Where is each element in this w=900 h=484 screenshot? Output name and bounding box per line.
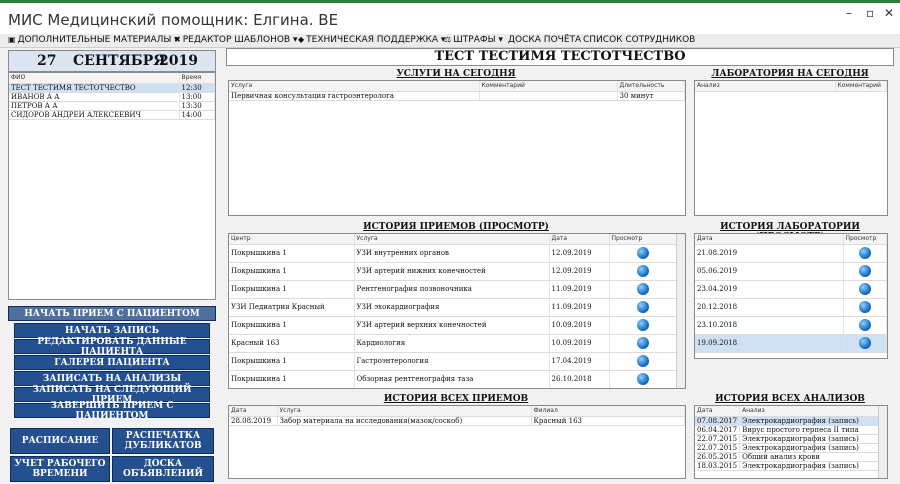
work-time-button[interactable]: УЧЕТ РАБОЧЕГО ВРЕМЕНИ [10, 456, 110, 482]
view-globe-icon[interactable] [858, 265, 871, 277]
queue-row[interactable]: ТЕСТ ТЕСТИМЯ ТЕСТОТЧЕСТВО 12:30 [9, 83, 215, 93]
analysis-row[interactable]: 22.07.2015 Электрокардиография (запись) [695, 434, 880, 444]
print-duplicates-button[interactable]: РАСПЕЧАТКА ДУБЛИКАТОВ [112, 428, 214, 454]
patient-queue-table: ФИО Время ТЕСТ ТЕСТИМЯ ТЕСТОТЧЕСТВО 12:30 … [8, 72, 216, 300]
lab-history-table: Дата Просмотр 21.08.2019 05.06.2019 23.04… [694, 233, 888, 359]
close-icon[interactable]: ✕ [884, 6, 894, 20]
visit-history-scrollbar[interactable] [676, 234, 685, 388]
visit-history-table: Центр Услуга Дата Просмотр Покрышкина 1 УЗИ … [228, 233, 686, 389]
visit-row[interactable]: Покрышкина 1 Гастроэнтерология 17.04.2019 [229, 352, 678, 371]
visit-row[interactable]: УЗИ Педиатрия Красный УЗИ эхокардиография… [229, 298, 678, 317]
analysis-row[interactable]: 18.03.2015 Электрокардиография (запись) [695, 461, 880, 471]
lab-row[interactable]: 05.06.2019 [695, 262, 887, 281]
lab-row[interactable]: 21.08.2019 [695, 244, 887, 263]
analysis-row[interactable]: 26.05.2015 Общий анализ крови [695, 452, 880, 462]
menu-bar: ▣ ДОПОЛНИТЕЛЬНЫЕ МАТЕРИАЛЫ ▾ ✖ РЕДАКТОР ША… [0, 34, 900, 48]
lab-today-table: Анализ Комментарий [694, 80, 888, 216]
schedule-button[interactable]: РАСПИСАНИЕ [10, 428, 110, 454]
menu-honor-board[interactable]: ДОСКА ПОЧЁТА [508, 35, 581, 45]
all-analyses-scrollbar[interactable] [878, 406, 887, 478]
visit-row[interactable]: Покрышкина 1 Обзорная рентгенография таза… [229, 370, 678, 388]
lab-row[interactable]: 23.04.2019 [695, 280, 887, 299]
view-globe-icon[interactable] [858, 247, 871, 259]
menu-additional-materials[interactable]: ▣ ДОПОЛНИТЕЛЬНЫЕ МАТЕРИАЛЫ ▾ [8, 35, 179, 45]
all-analyses-table: Дата Анализ 07.08.2017 Электрокардиография… [694, 405, 888, 479]
view-globe-icon[interactable] [637, 283, 650, 295]
visit-row[interactable]: Покрышкина 1 УЗИ внутренних органов 12.09.… [229, 244, 678, 263]
analysis-row[interactable]: 07.08.2017 Электрокардиография (запись) [695, 416, 880, 426]
maximize-icon[interactable]: ▫ [866, 6, 874, 20]
visit-history-title: ИСТОРИЯ ПРИЕМОВ (ПРОСМОТР) [363, 222, 549, 232]
visit-row[interactable]: Покрышкина 1 УЗИ артерий нижних конечност… [229, 262, 678, 281]
edit-patient-button[interactable]: РЕДАКТИРОВАТЬ ДАННЫЕ ПАЦИЕНТА [14, 337, 210, 357]
window-title: МИС Медицинский помощник: Елгина. ВЕ [8, 11, 339, 29]
services-today-table: Услуга Комментарий Длительность Первичная … [228, 80, 686, 216]
queue-row[interactable]: ПЕТРОВ А А 13:30 [9, 101, 215, 111]
queue-row[interactable]: ИВАНОВ А А 13:00 [9, 92, 215, 102]
start-visit-button[interactable]: НАЧАТЬ ПРИЕМ С ПАЦИЕНТОМ [8, 306, 216, 321]
visit-row[interactable]: Покрышкина 1 УЗИ артерий верхних конечнос… [229, 316, 678, 335]
all-analyses-title: ИСТОРИЯ ВСЕХ АНАЛИЗОВ [715, 394, 865, 404]
menu-tech-support[interactable]: ◆ ТЕХНИЧЕСКАЯ ПОДДЕРЖКА ▾ [298, 35, 445, 45]
service-row[interactable]: Первичная консультация гастроэнтеролога 3… [229, 91, 685, 101]
lab-row[interactable]: 19.09.2018 [695, 334, 887, 353]
menu-template-editor[interactable]: ✖ РЕДАКТОР ШАБЛОНОВ ▾ [174, 35, 297, 45]
tools-icon: ✖ [174, 35, 181, 44]
fine-icon: ⚖ [444, 35, 452, 44]
finish-visit-button[interactable]: ЗАВЕРШИТЬ ПРИЕМ С ПАЦИЕНТОМ [14, 401, 210, 421]
view-globe-icon[interactable] [637, 319, 650, 331]
view-globe-icon[interactable] [637, 337, 650, 349]
patient-gallery-button[interactable]: ГАЛЕРЕЯ ПАЦИЕНТА [14, 355, 210, 370]
all-visits-table: Дата Услуга Филиал 28.08.2019 Забор материа… [228, 405, 686, 479]
analysis-row[interactable]: 22.07.2015 Электрокардиография (запись) [695, 443, 880, 453]
all-visits-title: ИСТОРИЯ ВСЕХ ПРИЕМОВ [383, 394, 529, 404]
support-icon: ◆ [298, 35, 305, 44]
menu-fines[interactable]: ⚖ ШТРАФЫ ▾ [444, 35, 503, 45]
view-globe-icon[interactable] [858, 301, 871, 313]
patient-name-header: ТЕСТ ТЕСТИМЯ ТЕСТОТЧЕСТВО [226, 48, 894, 66]
menu-employee-list[interactable]: СПИСОК СОТРУДНИКОВ [583, 35, 695, 45]
date-display: 27 СЕНТЯБРЯ 2019 [8, 50, 216, 72]
book-icon: ▣ [8, 35, 16, 44]
view-globe-icon[interactable] [858, 283, 871, 295]
view-globe-icon[interactable] [637, 247, 650, 259]
lab-row[interactable]: 23.10.2018 [695, 316, 887, 335]
view-globe-icon[interactable] [637, 355, 650, 367]
view-globe-icon[interactable] [637, 373, 650, 385]
all-visit-row[interactable]: 28.08.2019 Забор материала на исследовани… [229, 416, 685, 426]
minimize-icon[interactable]: – [846, 6, 852, 20]
view-globe-icon[interactable] [858, 319, 871, 331]
lab-today-title: ЛАБОРАТОРИЯ НА СЕГОДНЯ [711, 69, 869, 79]
visit-row[interactable]: Покрышкина 1 Рентгенография позвоночника 1… [229, 280, 678, 299]
col-time: Время [179, 73, 215, 84]
lab-row[interactable]: 20.12.2018 [695, 298, 887, 317]
view-globe-icon[interactable] [637, 265, 650, 277]
title-bar: МИС Медицинский помощник: Елгина. ВЕ – ▫… [0, 0, 900, 34]
queue-row[interactable]: СИДОРОВ АНДРЕЙ АЛЕКСЕЕВИЧ 14:00 [9, 110, 215, 120]
services-today-title: УСЛУГИ НА СЕГОДНЯ [396, 69, 516, 79]
view-globe-icon[interactable] [637, 301, 650, 313]
col-name: ФИО [9, 73, 180, 84]
visit-row[interactable]: Красный 163 Кардиология 10.09.2019 [229, 334, 678, 353]
view-globe-icon[interactable] [858, 337, 871, 349]
analysis-row[interactable]: 06.04.2017 Вирус простого герпеса II типа [695, 425, 880, 435]
announcements-button[interactable]: ДОСКА ОБЪЯВЛЕНИЙ [112, 456, 214, 482]
